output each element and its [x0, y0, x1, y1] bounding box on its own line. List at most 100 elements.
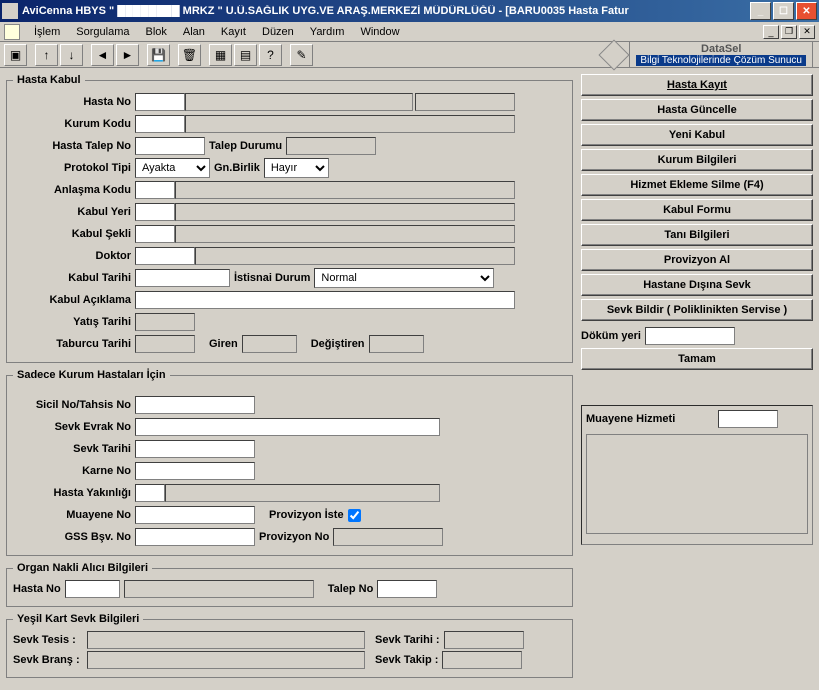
anlasma-kodu-display [175, 181, 515, 199]
toolbar-doc1-button[interactable]: ▦ [209, 44, 232, 66]
toolbar-exec-button[interactable]: ▣ [4, 44, 27, 66]
maximize-button[interactable]: ☐ [773, 2, 794, 20]
label-muayene-hizmeti: Muayene Hizmeti [586, 413, 675, 425]
menu-sorgulama[interactable]: Sorgulama [68, 24, 137, 40]
label-giren: Giren [205, 338, 242, 350]
hasta-guncelle-button[interactable]: Hasta Güncelle [581, 99, 813, 121]
sevk-takip-display [442, 651, 522, 669]
tani-bilgileri-button[interactable]: Tanı Bilgileri [581, 224, 813, 246]
kurum-kodu-display [185, 115, 515, 133]
hastane-disina-button[interactable]: Hastane Dışına Sevk [581, 274, 813, 296]
sevk-tesis-display [87, 631, 365, 649]
label-karne-no: Karne No [13, 465, 135, 477]
menu-yardim[interactable]: Yardım [302, 24, 353, 40]
yeni-kabul-button[interactable]: Yeni Kabul [581, 124, 813, 146]
sevk-bildir-button[interactable]: Sevk Bildir ( Poliklinikten Servise ) [581, 299, 813, 321]
label-kabul-sekli: Kabul Şekli [13, 228, 135, 240]
doc-icon: ▦ [215, 48, 226, 62]
hasta-talep-no-input[interactable] [135, 137, 205, 155]
child-close-button[interactable]: ✕ [799, 25, 815, 39]
close-button[interactable]: ✕ [796, 2, 817, 20]
toolbar-help-button[interactable]: ? [259, 44, 282, 66]
label-protokol-tipi: Protokol Tipi [13, 162, 135, 174]
kurum-kodu-input[interactable] [135, 115, 185, 133]
hasta-yakinligi-input[interactable] [135, 484, 165, 502]
menu-duzen[interactable]: Düzen [254, 24, 302, 40]
label-provizyon-iste: Provizyon İste [265, 509, 348, 521]
toolbar-delete-button[interactable]: 🗑 [178, 44, 201, 66]
menu-alan[interactable]: Alan [175, 24, 213, 40]
arrow-left-icon: ◄ [97, 48, 109, 62]
toolbar-save-button[interactable]: 💾 [147, 44, 170, 66]
trash-icon: 🗑 [182, 48, 197, 62]
doktor-display [195, 247, 515, 265]
toolbar-next-button[interactable]: ► [116, 44, 139, 66]
muayene-hizmeti-list[interactable] [586, 434, 808, 534]
hasta-no-input[interactable] [135, 93, 185, 111]
karne-no-input[interactable] [135, 462, 255, 480]
sevk-tarihi-input[interactable] [135, 440, 255, 458]
child-minimize-button[interactable]: _ [763, 25, 779, 39]
menu-blok[interactable]: Blok [137, 24, 174, 40]
label-muayene-no: Muayene No [13, 509, 135, 521]
label-dokum-yeri: Döküm yeri [581, 330, 641, 342]
menu-islem[interactable]: İşlem [26, 24, 68, 40]
label-istisnai-durum: İstisnai Durum [230, 272, 314, 284]
kabul-tarihi-input[interactable] [135, 269, 230, 287]
doktor-input[interactable] [135, 247, 195, 265]
sicil-input[interactable] [135, 396, 255, 414]
toolbar: ▣ ↑ ↓ ◄ ► 💾 🗑 ▦ ▤ ? ✎ DataSel Bilgi Tekn… [0, 42, 819, 68]
organ-hasta-no-input[interactable] [65, 580, 120, 598]
kabul-yeri-input[interactable] [135, 203, 175, 221]
hasta-kayit-button[interactable]: Hasta Kayıt [581, 74, 813, 96]
toolbar-up-button[interactable]: ↑ [35, 44, 58, 66]
child-restore-button[interactable]: ❐ [781, 25, 797, 39]
hasta-kabul-group: Hasta Kabul Hasta No Kurum Kodu Hasta Ta… [6, 74, 573, 363]
kabul-yeri-display [175, 203, 515, 221]
gss-bsv-input[interactable] [135, 528, 255, 546]
organ-talep-no-input[interactable] [377, 580, 437, 598]
label-degistiren: Değiştiren [307, 338, 369, 350]
label-yk-sevk-tarihi: Sevk Tarihi : [375, 634, 440, 646]
label-kabul-aciklama: Kabul Açıklama [13, 294, 135, 306]
label-hasta-yakinligi: Hasta Yakınlığı [13, 487, 135, 499]
brand-tagline: Bilgi Teknolojilerinde Çözüm Sunucu [636, 55, 806, 66]
arrow-up-icon: ↑ [44, 48, 50, 62]
kurum-bilgileri-button[interactable]: Kurum Bilgileri [581, 149, 813, 171]
titlebar: AviCenna HBYS " ████████ MRKZ " U.Ü.SAĞL… [0, 0, 819, 22]
app-icon [2, 3, 18, 19]
muayene-no-input[interactable] [135, 506, 255, 524]
label-provizyon-no: Provizyon No [255, 531, 333, 543]
toolbar-doc2-button[interactable]: ▤ [234, 44, 257, 66]
arrow-down-icon: ↓ [69, 48, 75, 62]
anlasma-kodu-input[interactable] [135, 181, 175, 199]
gn-birlik-select[interactable]: Hayır [264, 158, 329, 178]
minimize-button[interactable]: _ [750, 2, 771, 20]
toolbar-notes-button[interactable]: ✎ [290, 44, 313, 66]
toolbar-prev-button[interactable]: ◄ [91, 44, 114, 66]
provizyon-al-button[interactable]: Provizyon Al [581, 249, 813, 271]
protokol-tipi-select[interactable]: Ayakta [135, 158, 210, 178]
menu-window[interactable]: Window [352, 24, 407, 40]
hasta-yakinligi-display [165, 484, 440, 502]
brand-logo-icon [599, 39, 630, 70]
kabul-aciklama-input[interactable] [135, 291, 515, 309]
label-sevk-tesis: Sevk Tesis : [13, 634, 83, 646]
hizmet-ekleme-button[interactable]: Hizmet Ekleme Silme (F4) [581, 174, 813, 196]
yk-sevk-tarihi-display [444, 631, 524, 649]
istisnai-durum-select[interactable]: Normal [314, 268, 494, 288]
kurum-ozel-group: Sadece Kurum Hastaları İçin Sicil No/Tah… [6, 369, 573, 556]
kabul-formu-button[interactable]: Kabul Formu [581, 199, 813, 221]
muayene-hizmeti-panel: Muayene Hizmeti [581, 405, 813, 545]
menu-kayit[interactable]: Kayıt [213, 24, 254, 40]
muayene-hizmeti-input[interactable] [718, 410, 778, 428]
hasta-no-extra [415, 93, 515, 111]
sevk-evrak-input[interactable] [135, 418, 440, 436]
toolbar-down-button[interactable]: ↓ [60, 44, 83, 66]
kabul-sekli-display [175, 225, 515, 243]
provizyon-no-display [333, 528, 443, 546]
provizyon-iste-checkbox[interactable] [348, 509, 361, 522]
kabul-sekli-input[interactable] [135, 225, 175, 243]
tamam-button[interactable]: Tamam [581, 348, 813, 370]
dokum-yeri-input[interactable] [645, 327, 735, 345]
